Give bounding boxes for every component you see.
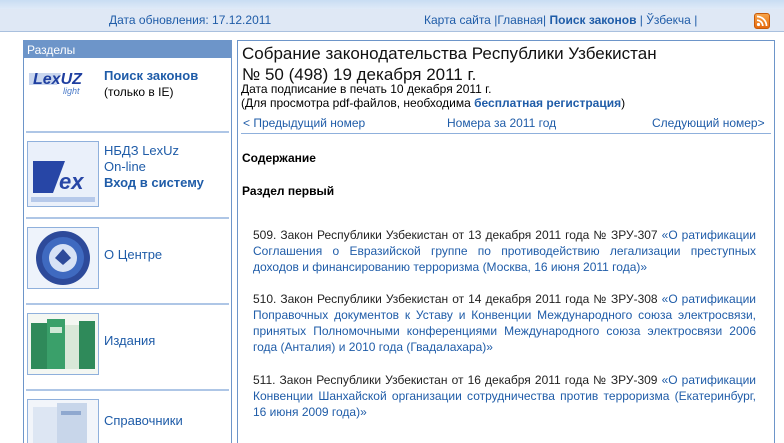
search-laws-link[interactable]: Поиск законов (549, 13, 636, 27)
about-link[interactable]: О Центре (104, 247, 162, 263)
ie-only-note: (только в IE) (104, 85, 174, 99)
sections-sidebar: Разделы LexUZ light Поиск законов (тольк… (23, 40, 232, 443)
year-issues-link[interactable]: Номера за 2011 год (447, 116, 556, 130)
sidebar-item-text: Поиск законов (только в IE) (104, 68, 198, 100)
reference-books-icon[interactable] (27, 399, 99, 443)
nav-separator: | (694, 13, 698, 27)
lexuz-light-logo[interactable]: LexUZ light (27, 65, 99, 100)
emblem-icon[interactable] (27, 227, 99, 292)
nav-separator: | (543, 13, 547, 27)
books-icon[interactable] (27, 313, 99, 378)
sidebar-item-text: НБДЗ LexUz On-line Вход в систему (104, 143, 204, 191)
law-entry: 510. Закон Республики Узбекистан от 14 д… (253, 291, 756, 355)
next-issue-link[interactable]: Следующий номер> (652, 116, 765, 130)
law-entry: 511. Закон Республики Узбекистан от 16 д… (253, 372, 756, 420)
svg-text:light: light (63, 86, 80, 96)
uzbek-language-link[interactable]: Ўзбекча (646, 13, 691, 27)
lexuz-online-logo[interactable]: ex (27, 141, 99, 210)
pdf-note-prefix: (Для просмотра pdf-файлов, необходима (241, 96, 475, 110)
online-line1: НБДЗ LexUz (104, 143, 180, 158)
divider (241, 133, 771, 134)
law-text: 510. Закон Республики Узбекистан от 14 д… (253, 292, 662, 306)
law-entry: 509. Закон Республики Узбекистан от 13 д… (253, 227, 756, 275)
signed-date: Дата подписание в печать 10 декабря 2011… (241, 82, 492, 96)
issue-meta: Дата подписание в печать 10 декабря 2011… (241, 82, 625, 110)
sitemap-link[interactable]: Карта сайта (424, 13, 491, 27)
sidebar-item-online[interactable]: ex НБДЗ LexUz On-line Вход в систему (26, 133, 229, 219)
update-date: Дата обновления: 17.12.2011 (109, 13, 272, 27)
law-text: 511. Закон Республики Узбекистан от 16 д… (253, 373, 662, 387)
home-link[interactable]: Главная (497, 13, 543, 27)
sidebar-header: Разделы (24, 41, 231, 58)
sidebar-item-publications[interactable]: Издания (26, 305, 229, 391)
contents-heading: Содержание (242, 151, 316, 165)
top-nav-links: Карта сайта |Главная| Поиск законов | Ўз… (424, 13, 697, 27)
law-text: 509. Закон Республики Узбекистан от 13 д… (253, 228, 662, 242)
pdf-note-suffix: ) (621, 96, 626, 110)
login-link[interactable]: Вход в систему (104, 175, 204, 190)
sidebar-item-reference[interactable]: Справочники (26, 391, 229, 443)
search-laws-title[interactable]: Поиск законов (104, 68, 198, 83)
section-heading: Раздел первый (242, 184, 335, 198)
svg-text:ex: ex (59, 169, 84, 194)
publications-link[interactable]: Издания (104, 333, 155, 349)
prev-issue-link[interactable]: < Предыдущий номер (243, 116, 365, 130)
page-title: Собрание законодательства Республики Узб… (242, 43, 657, 85)
top-navigation-bar: Дата обновления: 17.12.2011 Карта сайта … (0, 9, 784, 32)
sidebar-item-about[interactable]: О Центре (26, 219, 229, 305)
header-banner-strip (0, 0, 784, 9)
free-registration-link[interactable]: бесплатная регистрация (474, 96, 621, 110)
main-content-panel: Собрание законодательства Республики Узб… (237, 40, 775, 443)
reference-link[interactable]: Справочники (104, 413, 183, 429)
nav-separator: | (639, 13, 643, 27)
online-line2: On-line (104, 159, 146, 174)
rss-icon[interactable] (754, 13, 770, 29)
title-line-1: Собрание законодательства Республики Узб… (242, 44, 657, 63)
sidebar-item-lexuz-light[interactable]: LexUZ light Поиск законов (только в IE) (26, 61, 229, 133)
